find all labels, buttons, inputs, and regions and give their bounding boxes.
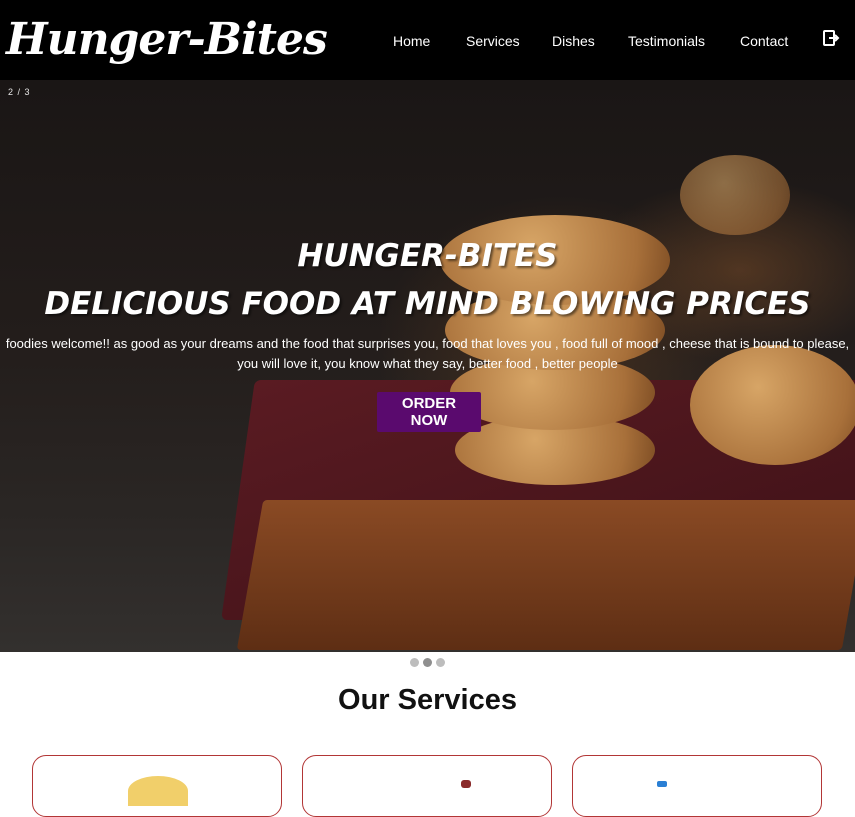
hero-background-board: [236, 500, 855, 650]
service-image: [128, 776, 188, 806]
hero-carousel: 2 / 3 HUNGER-BITES DELICIOUS FOOD AT MIN…: [0, 80, 855, 652]
nav-link-testimonials[interactable]: Testimonials: [628, 31, 705, 51]
service-card[interactable]: [32, 755, 282, 817]
cookie-image: [680, 155, 790, 235]
service-image: [461, 780, 471, 788]
logout-icon[interactable]: [822, 29, 840, 47]
order-now-button[interactable]: ORDER NOW: [377, 392, 481, 432]
services-heading: Our Services: [338, 684, 517, 716]
service-card[interactable]: [302, 755, 552, 817]
hero-description: foodies welcome!! as good as your dreams…: [0, 334, 855, 374]
hero-title-brand: HUNGER-BITES: [297, 238, 558, 274]
slide-counter: 2 / 3: [8, 87, 31, 97]
nav-links: Home Services Dishes Testimonials Contac…: [0, 31, 855, 53]
carousel-dot[interactable]: [436, 658, 445, 667]
carousel-dot-active[interactable]: [423, 658, 432, 667]
nav-link-contact[interactable]: Contact: [740, 31, 788, 51]
carousel-dot[interactable]: [410, 658, 419, 667]
service-image: [657, 781, 667, 787]
nav-link-home[interactable]: Home: [393, 31, 430, 51]
top-navbar: Hunger-Bites Home Services Dishes Testim…: [0, 0, 855, 80]
nav-link-services[interactable]: Services: [466, 31, 520, 51]
hero-description-line: you will love it, you know what they say…: [237, 356, 618, 371]
hero-title-tagline: DELICIOUS FOOD AT MIND BLOWING PRICES: [44, 286, 811, 322]
nav-link-dishes[interactable]: Dishes: [552, 31, 595, 51]
carousel-dots: [0, 658, 855, 667]
service-card[interactable]: [572, 755, 822, 817]
hero-description-line: foodies welcome!! as good as your dreams…: [5, 336, 850, 351]
